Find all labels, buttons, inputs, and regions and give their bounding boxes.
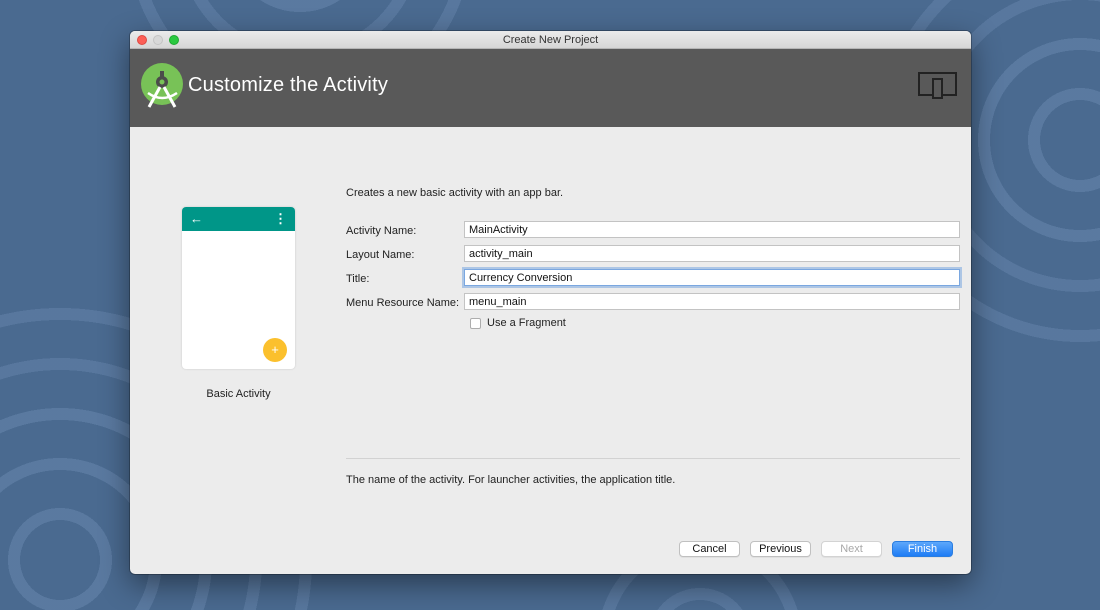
page-title: Customize the Activity — [188, 74, 389, 96]
title-input[interactable] — [464, 269, 960, 286]
wizard-content: ← ⋮ + Basic Activity Creates a new basic… — [130, 127, 971, 573]
use-fragment-checkbox[interactable] — [470, 317, 481, 329]
title-bar: Create New Project — [130, 31, 971, 49]
use-fragment-option[interactable]: Use a Fragment — [470, 317, 566, 329]
title-label: Title: — [346, 273, 370, 285]
window-controls — [137, 35, 179, 45]
wizard-header: Customize the Activity — [130, 49, 971, 127]
cancel-button[interactable]: Cancel — [679, 541, 740, 557]
activity-form: Activity Name: Layout Name: Title: Menu … — [346, 221, 960, 317]
previous-button[interactable]: Previous — [750, 541, 811, 557]
activity-description: Creates a new basic activity with an app… — [346, 187, 564, 199]
layout-name-row: Layout Name: — [346, 245, 960, 269]
back-arrow-icon: ← — [190, 211, 203, 226]
overflow-menu-icon: ⋮ — [274, 211, 287, 226]
finish-button[interactable]: Finish — [892, 541, 953, 557]
activity-name-label: Activity Name: — [346, 225, 417, 237]
activity-preview: ← ⋮ + — [182, 207, 295, 369]
use-fragment-label[interactable]: Use a Fragment — [487, 317, 566, 329]
activity-type-label: Basic Activity — [206, 388, 271, 400]
menu-resource-name-row: Menu Resource Name: — [346, 293, 960, 317]
tablet-phone-icon — [918, 72, 957, 99]
window-title: Create New Project — [502, 34, 599, 46]
android-studio-logo-icon — [141, 63, 183, 108]
menu-resource-name-label: Menu Resource Name: — [346, 297, 460, 309]
next-button[interactable]: Next — [821, 541, 882, 557]
wizard-buttons: Cancel Previous Next Finish — [679, 541, 953, 557]
close-window-button[interactable] — [137, 35, 147, 45]
menu-resource-name-input[interactable] — [464, 293, 960, 310]
activity-name-input[interactable] — [464, 221, 960, 238]
fab-icon: + — [263, 338, 287, 362]
activity-name-row: Activity Name: — [346, 221, 960, 245]
title-row: Title: — [346, 269, 960, 293]
help-text: The name of the activity. For launcher a… — [346, 474, 676, 486]
layout-name-label: Layout Name: — [346, 249, 415, 261]
divider — [346, 458, 960, 459]
layout-name-input[interactable] — [464, 245, 960, 262]
minimize-window-button[interactable] — [153, 35, 163, 45]
preview-app-bar: ← ⋮ — [182, 207, 295, 231]
maximize-window-button[interactable] — [169, 35, 179, 45]
create-project-dialog: Create New Project Customize the Activit… — [130, 31, 971, 574]
